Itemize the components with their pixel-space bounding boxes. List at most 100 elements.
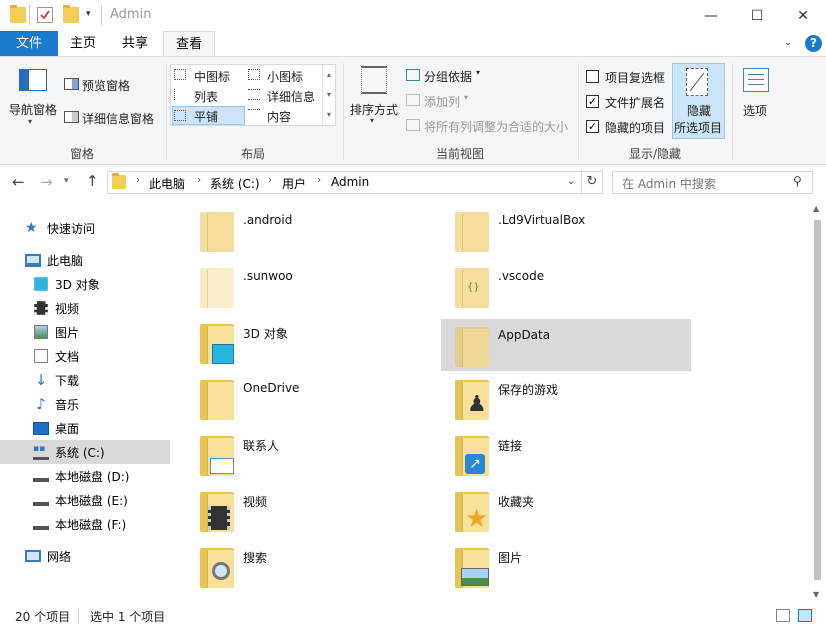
nav-item-label: 3D 对象 <box>55 277 100 292</box>
file-extensions-label: 文件扩展名 <box>605 96 666 110</box>
nav-item-label: 网络 <box>47 549 72 564</box>
nav-item-downloads[interactable]: ↓ 下载 <box>0 368 170 392</box>
nav-item-desktop[interactable]: 桌面 <box>0 416 170 440</box>
preview-pane-label: 预览窗格 <box>82 79 131 93</box>
checkbox-unchecked[interactable] <box>586 70 599 83</box>
nav-item-videos[interactable]: 视频 <box>0 296 170 320</box>
breadcrumb-this-pc[interactable]: 此电脑 <box>149 175 185 192</box>
breadcrumb-chevron-icon[interactable]: › <box>268 175 272 186</box>
tab-home[interactable]: 主页 <box>62 31 104 56</box>
folder-item-contacts[interactable]: 联系人 <box>186 428 436 480</box>
maximize-button[interactable]: ☐ <box>734 0 780 31</box>
item-label: 搜索 <box>243 551 268 565</box>
folder-item-sunwoo[interactable]: .sunwoo <box>186 260 436 312</box>
tab-file[interactable]: 文件 <box>0 31 58 56</box>
layout-tiles[interactable]: 平铺 <box>172 106 245 125</box>
item-label: .vscode <box>498 269 545 283</box>
folder-item-videos[interactable]: 视频 <box>186 484 436 536</box>
search-input[interactable]: 在 Admin 中搜索 <box>622 175 716 192</box>
group-by-button[interactable]: 分组依据 ▾ <box>404 66 494 86</box>
list-label: 列表 <box>194 90 219 104</box>
scroll-up-icon[interactable]: ▲ <box>813 204 819 213</box>
selected-count: 选中 1 个项目 <box>90 610 166 624</box>
nav-item-label: 文档 <box>55 349 80 364</box>
preview-pane-button[interactable]: 预览窗格 <box>62 75 162 95</box>
breadcrumb-chevron-icon[interactable]: › <box>136 175 140 186</box>
folder-item-searches[interactable]: 搜索 <box>186 540 436 592</box>
details-pane-button[interactable]: 详细信息窗格 <box>62 108 166 128</box>
hide-selected-items-button[interactable]: 隐藏 所选项目 <box>672 63 725 139</box>
nav-item-pictures[interactable]: 图片 <box>0 320 170 344</box>
breadcrumb-chevron-icon[interactable]: › <box>197 175 201 186</box>
folder-item-links[interactable]: ↗ 链接 <box>441 428 691 480</box>
new-folder-icon[interactable] <box>63 5 79 23</box>
options-button[interactable]: 选项 <box>737 64 777 134</box>
size-all-columns-button[interactable]: 将所有列调整为合适的大小 <box>404 116 574 136</box>
nav-item-music[interactable]: ♪ 音乐 <box>0 392 170 416</box>
folder-item-appdata[interactable]: AppData <box>441 319 691 371</box>
folder-item-pictures[interactable]: 图片 <box>441 540 691 592</box>
search-icon[interactable]: ⚲ <box>793 174 802 188</box>
tab-share[interactable]: 共享 <box>114 31 156 56</box>
close-button[interactable]: ✕ <box>780 0 826 31</box>
folder-item-onedrive[interactable]: OneDrive <box>186 372 436 424</box>
folder-item-ld9virtualbox[interactable]: .Ld9VirtualBox <box>441 204 691 256</box>
nav-item-system-drive[interactable]: ▪▪ 系统 (C:) <box>0 440 170 464</box>
nav-item-drive-f[interactable]: 本地磁盘 (F:) <box>0 512 170 536</box>
collapse-ribbon-icon[interactable]: ⌄ <box>784 37 792 48</box>
sort-icon <box>361 66 387 94</box>
breadcrumb-admin[interactable]: Admin <box>331 175 369 189</box>
nav-item-3d-objects[interactable]: 3D 对象 <box>0 272 170 296</box>
checkbox-checked[interactable]: ✓ <box>586 95 599 108</box>
nav-item-drive-d[interactable]: 本地磁盘 (D:) <box>0 464 170 488</box>
add-columns-button[interactable]: 添加列 ▾ <box>404 91 484 111</box>
nav-item-network[interactable]: 网络 <box>0 544 170 568</box>
large-icons-view-icon[interactable] <box>798 609 812 622</box>
folder-item-saved-games[interactable]: ♟ 保存的游戏 <box>441 372 691 424</box>
ribbon-tabs: 文件 主页 共享 查看 ⌄ ? <box>0 31 826 56</box>
nav-item-documents[interactable]: 文档 <box>0 344 170 368</box>
tab-view[interactable]: 查看 <box>163 31 215 56</box>
minimize-button[interactable]: — <box>688 0 734 31</box>
back-arrow-icon[interactable]: ← <box>12 173 25 191</box>
size-all-columns-label: 将所有列调整为合适的大小 <box>424 120 569 134</box>
breadcrumb-system-drive[interactable]: 系统 (C:) <box>210 175 260 192</box>
layout-medium-icons[interactable]: 中图标 <box>172 66 246 84</box>
forward-arrow-icon[interactable]: → <box>40 173 53 191</box>
layout-gallery-scroll[interactable]: ▴ ▾ ▾ <box>322 65 335 125</box>
scroll-thumb[interactable] <box>814 220 821 580</box>
address-dropdown-chevron-icon[interactable]: ⌄ <box>567 176 575 187</box>
breadcrumb-chevron-icon[interactable]: › <box>317 175 321 186</box>
nav-item-drive-e[interactable]: 本地磁盘 (E:) <box>0 488 170 512</box>
nav-pane-button[interactable]: 导航窗格 ▾ <box>8 67 58 139</box>
hidden-items-toggle[interactable]: ✓ 隐藏的项目 <box>585 117 670 137</box>
layout-list[interactable]: 列表 <box>172 86 246 104</box>
folder-item-favorites[interactable]: ★ 收藏夹 <box>441 484 691 536</box>
details-view-icon[interactable] <box>776 609 790 622</box>
item-checkboxes-toggle[interactable]: 项目复选框 <box>585 67 670 87</box>
divider <box>29 5 30 25</box>
quick-access-dropdown-icon[interactable]: ▾ <box>86 9 91 19</box>
help-icon[interactable]: ? <box>805 35 822 52</box>
refresh-button[interactable]: ↻ <box>582 171 603 194</box>
layout-content[interactable]: 内容 <box>247 106 321 124</box>
search-box[interactable]: 在 Admin 中搜索 ⚲ <box>612 171 813 194</box>
recent-locations-chevron-icon[interactable]: ▾ <box>64 176 69 186</box>
nav-item-quick-access[interactable]: ★ 快速访问 <box>0 216 170 240</box>
folder-item-vscode[interactable]: {} .vscode <box>441 260 691 312</box>
up-arrow-icon[interactable]: ↑ <box>86 172 99 190</box>
folder-item-3d-objects[interactable]: 3D 对象 <box>186 316 436 368</box>
nav-item-this-pc[interactable]: 此电脑 <box>0 248 170 272</box>
code-folder-icon: {} <box>455 268 489 308</box>
layout-small-icons[interactable]: 小图标 <box>247 66 321 84</box>
address-bar[interactable]: › 此电脑 › 系统 (C:) › 用户 › Admin ⌄ <box>107 171 582 194</box>
file-extensions-toggle[interactable]: ✓ 文件扩展名 <box>585 92 670 112</box>
breadcrumb-users[interactable]: 用户 <box>282 175 306 192</box>
sort-by-button[interactable]: 排序方式 ▾ <box>348 64 400 136</box>
scroll-down-icon[interactable]: ▼ <box>813 590 819 599</box>
vertical-scrollbar[interactable]: ▲ ▼ <box>809 200 826 604</box>
folder-item-android[interactable]: .android <box>186 204 436 256</box>
checkbox-checked[interactable]: ✓ <box>586 120 599 133</box>
properties-icon[interactable] <box>37 7 53 23</box>
layout-details[interactable]: 详细信息 <box>247 86 321 104</box>
